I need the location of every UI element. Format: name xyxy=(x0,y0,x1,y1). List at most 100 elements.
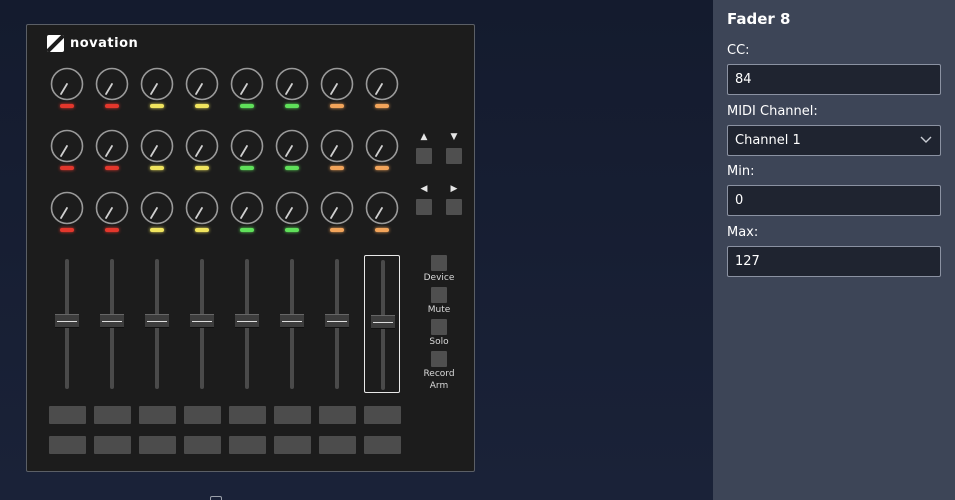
knob-r1-c8[interactable] xyxy=(365,67,399,101)
midi-channel-label: MIDI Channel: xyxy=(727,104,818,119)
track-control-button-4[interactable] xyxy=(184,436,221,454)
track-left-arrow-icon: ◀ xyxy=(420,184,428,194)
knob-r3-c7[interactable] xyxy=(320,191,354,225)
chevron-down-icon xyxy=(920,136,932,143)
track-control-button-7[interactable] xyxy=(319,436,356,454)
fader-cap[interactable] xyxy=(235,314,259,328)
record-arm-label-line: Arm xyxy=(429,381,449,391)
record-arm-label-line: Record xyxy=(423,369,455,379)
cc-input[interactable] xyxy=(727,64,941,95)
knob-icon xyxy=(95,67,129,101)
track-control-button-3[interactable] xyxy=(139,436,176,454)
fader-5[interactable] xyxy=(229,255,265,393)
led-yellow xyxy=(150,166,164,170)
knob-r2-c6[interactable] xyxy=(275,129,309,163)
track-left-button[interactable] xyxy=(416,199,432,215)
knob-icon xyxy=(185,67,219,101)
fader-1[interactable] xyxy=(49,255,85,393)
fader-cap[interactable] xyxy=(190,314,214,328)
track-focus-button-8[interactable] xyxy=(364,406,401,424)
fader-cap[interactable] xyxy=(371,315,395,329)
send-down-button[interactable] xyxy=(446,148,462,164)
knob-r2-c8[interactable] xyxy=(365,129,399,163)
knob-r1-c5[interactable] xyxy=(230,67,264,101)
fader-cap[interactable] xyxy=(280,314,304,328)
track-right-arrow-icon: ▶ xyxy=(450,184,458,194)
knob-r1-c1[interactable] xyxy=(50,67,84,101)
track-focus-button-1[interactable] xyxy=(49,406,86,424)
track-focus-button-2[interactable] xyxy=(94,406,131,424)
max-input[interactable] xyxy=(727,246,941,277)
knob-r3-c1[interactable] xyxy=(50,191,84,225)
device-button[interactable] xyxy=(431,255,447,271)
record-arm-label: Record Arm xyxy=(414,368,464,392)
led-red xyxy=(105,228,119,232)
led-red xyxy=(105,104,119,108)
fader-cap[interactable] xyxy=(325,314,349,328)
knob-r1-c2[interactable] xyxy=(95,67,129,101)
knob-r2-c5[interactable] xyxy=(230,129,264,163)
solo-button[interactable] xyxy=(431,319,447,335)
fader-cap[interactable] xyxy=(55,314,79,328)
knob-icon xyxy=(365,129,399,163)
fader-8[interactable] xyxy=(364,255,400,393)
knob-r1-c3[interactable] xyxy=(140,67,174,101)
solo-label-line: Solo xyxy=(429,337,449,347)
led-yellow xyxy=(195,228,209,232)
knob-icon xyxy=(95,129,129,163)
fader-2[interactable] xyxy=(94,255,130,393)
track-control-button-8[interactable] xyxy=(364,436,401,454)
led-green xyxy=(285,104,299,108)
scroll-handle-icon[interactable] xyxy=(210,496,222,500)
knob-r1-c6[interactable] xyxy=(275,67,309,101)
fader-6[interactable] xyxy=(274,255,310,393)
knob-icon xyxy=(140,191,174,225)
led-yellow xyxy=(150,228,164,232)
fader-cap[interactable] xyxy=(100,314,124,328)
knob-icon xyxy=(275,129,309,163)
knob-icon xyxy=(320,191,354,225)
track-focus-button-5[interactable] xyxy=(229,406,266,424)
knob-r3-c6[interactable] xyxy=(275,191,309,225)
knob-r2-c2[interactable] xyxy=(95,129,129,163)
knob-r3-c5[interactable] xyxy=(230,191,264,225)
track-focus-button-6[interactable] xyxy=(274,406,311,424)
knob-r3-c4[interactable] xyxy=(185,191,219,225)
knob-r2-c1[interactable] xyxy=(50,129,84,163)
record-arm-button[interactable] xyxy=(431,351,447,367)
knob-icon xyxy=(230,67,264,101)
novation-logo: novation xyxy=(47,35,138,52)
track-right-button[interactable] xyxy=(446,199,462,215)
knob-r3-c2[interactable] xyxy=(95,191,129,225)
track-focus-button-7[interactable] xyxy=(319,406,356,424)
fader-7[interactable] xyxy=(319,255,355,393)
mute-button[interactable] xyxy=(431,287,447,303)
knob-r2-c7[interactable] xyxy=(320,129,354,163)
min-input[interactable] xyxy=(727,185,941,216)
novation-logo-text: novation xyxy=(70,36,139,51)
send-up-button[interactable] xyxy=(416,148,432,164)
knob-r3-c8[interactable] xyxy=(365,191,399,225)
fader-cap[interactable] xyxy=(145,314,169,328)
fader-3[interactable] xyxy=(139,255,175,393)
knob-r2-c4[interactable] xyxy=(185,129,219,163)
knob-r1-c4[interactable] xyxy=(185,67,219,101)
led-green xyxy=(285,166,299,170)
track-focus-button-4[interactable] xyxy=(184,406,221,424)
led-yellow xyxy=(150,104,164,108)
track-control-button-6[interactable] xyxy=(274,436,311,454)
knob-r1-c7[interactable] xyxy=(320,67,354,101)
knob-r3-c3[interactable] xyxy=(140,191,174,225)
knob-r2-c3[interactable] xyxy=(140,129,174,163)
led-yellow xyxy=(195,166,209,170)
track-control-button-5[interactable] xyxy=(229,436,266,454)
led-orange xyxy=(375,228,389,232)
track-focus-button-3[interactable] xyxy=(139,406,176,424)
track-control-button-1[interactable] xyxy=(49,436,86,454)
midi-channel-select[interactable]: Channel 1 xyxy=(727,125,941,156)
fader-4[interactable] xyxy=(184,255,220,393)
min-label: Min: xyxy=(727,164,755,179)
knob-icon xyxy=(50,191,84,225)
track-control-button-2[interactable] xyxy=(94,436,131,454)
device-label: Device xyxy=(414,272,464,284)
